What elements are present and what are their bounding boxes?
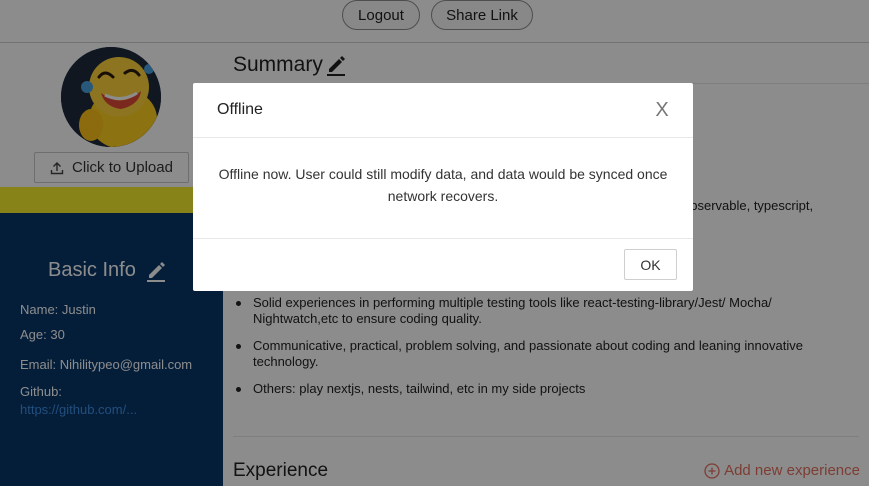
dialog-footer-divider bbox=[193, 238, 693, 239]
dialog-message: Offline now. User could still modify dat… bbox=[218, 166, 668, 204]
dialog-header-divider bbox=[193, 137, 693, 138]
ok-button[interactable]: OK bbox=[624, 249, 677, 280]
close-icon[interactable]: X bbox=[651, 99, 673, 121]
dialog-title: Offline bbox=[217, 101, 263, 118]
offline-dialog: Offline X Offline now. User could still … bbox=[193, 83, 693, 291]
